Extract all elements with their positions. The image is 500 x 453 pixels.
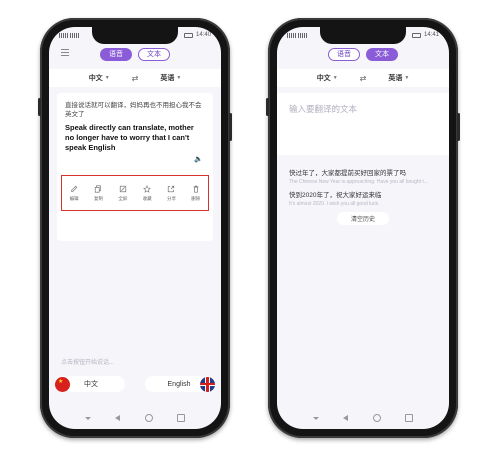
action-toolbar: 编辑 复制 全屏 收藏 分享 删除	[61, 175, 209, 211]
back-icon[interactable]	[343, 415, 349, 421]
status-time: 14:41	[423, 32, 439, 38]
delete-button[interactable]: 删除	[185, 185, 207, 202]
navigation-bar	[277, 411, 449, 425]
notch	[92, 27, 178, 44]
history-item[interactable]: 快过年了，大家都提前买好回家的票了吗 The Chinese New Year …	[289, 167, 441, 185]
recents-icon[interactable]	[176, 414, 185, 422]
target-language-select[interactable]: 英语 ▼	[388, 73, 409, 83]
fullscreen-icon	[119, 185, 126, 192]
swap-icon[interactable]: ⇄	[132, 74, 139, 83]
voice-hint: 点击按钮开始说话...	[61, 360, 115, 366]
chinese-voice-button[interactable]: 中文	[55, 376, 125, 392]
tab-text[interactable]: 文本	[366, 47, 398, 61]
chevron-down-icon: ▼	[332, 75, 338, 81]
home-icon[interactable]	[144, 414, 153, 422]
navigation-bar	[49, 411, 221, 425]
power-button	[229, 113, 232, 141]
screen: 14:41 语音 文本 中文 ▼ ⇄ 英语 ▼ 输入要翻译的文本 快过年了，大家都提…	[277, 27, 449, 429]
mode-switch: 语音 文本	[100, 47, 170, 61]
notch	[320, 27, 406, 44]
target-text: Speak directly can translate, mother no …	[65, 123, 194, 152]
voice-language-buttons: 中文 English	[55, 374, 215, 394]
source-language-select[interactable]: 中文 ▼	[317, 73, 338, 83]
home-icon[interactable]	[372, 414, 381, 422]
edit-icon	[71, 185, 78, 192]
text-input-area[interactable]: 输入要翻译的文本	[277, 93, 449, 155]
hide-nav-icon[interactable]	[85, 416, 92, 420]
back-icon[interactable]	[115, 415, 121, 421]
english-voice-button[interactable]: English	[145, 376, 215, 392]
tab-voice[interactable]: 语音	[100, 47, 132, 61]
signal-icon	[298, 32, 307, 38]
target-language-select[interactable]: 英语 ▼	[160, 73, 181, 83]
translation-card: 直接说话就可以翻译，妈妈再也不用担心我不会英文了 Speak directly …	[57, 93, 213, 241]
battery-icon	[411, 32, 421, 38]
battery-icon	[183, 32, 193, 38]
star-icon	[143, 184, 152, 193]
uk-flag-icon	[200, 376, 215, 392]
source-text: 直接说话就可以翻译，妈妈再也不用担心我不会英文了	[65, 102, 202, 118]
phone-right: 14:41 语音 文本 中文 ▼ ⇄ 英语 ▼ 输入要翻译的文本 快过年了，大家都提…	[266, 18, 460, 438]
signal-icon	[59, 32, 68, 38]
swap-icon[interactable]: ⇄	[360, 74, 367, 83]
status-time: 14:40	[195, 32, 211, 38]
tab-text[interactable]: 文本	[138, 47, 170, 61]
copy-button[interactable]: 复制	[87, 184, 109, 202]
recents-icon[interactable]	[404, 414, 413, 422]
signal-icon	[70, 32, 79, 38]
history-item[interactable]: 快到2020年了，祝大家好运来临 It's almost 2020. I wis…	[289, 189, 441, 207]
header: 语音 文本	[49, 41, 221, 67]
text-input-placeholder: 输入要翻译的文本	[289, 104, 358, 114]
copy-icon	[95, 184, 102, 193]
clear-history-button[interactable]: 清空历史	[337, 212, 389, 225]
hide-nav-icon[interactable]	[313, 416, 320, 420]
share-button[interactable]: 分享	[160, 185, 182, 202]
mode-switch: 语音 文本	[328, 47, 398, 61]
menu-icon[interactable]	[61, 49, 69, 56]
edit-button[interactable]: 编辑	[63, 185, 85, 202]
screen: 14:40 语音 文本 中文 ▼ ⇄ 英语 ▼ 直接说话就可以翻译，妈妈再也不用担心…	[49, 27, 221, 429]
language-bar: 中文 ▼ ⇄ 英语 ▼	[277, 69, 449, 87]
tab-voice[interactable]: 语音	[328, 47, 360, 61]
favorite-button[interactable]: 收藏	[136, 184, 158, 202]
chevron-down-icon: ▼	[404, 75, 410, 81]
share-icon	[168, 185, 175, 192]
fullscreen-button[interactable]: 全屏	[112, 185, 134, 202]
trash-icon	[193, 185, 199, 193]
chevron-down-icon: ▼	[176, 75, 182, 81]
phone-left: 14:40 语音 文本 中文 ▼ ⇄ 英语 ▼ 直接说话就可以翻译，妈妈再也不用担心…	[38, 18, 232, 438]
china-flag-icon	[55, 376, 70, 392]
volume-button	[38, 98, 41, 116]
source-language-select[interactable]: 中文 ▼	[89, 73, 110, 83]
signal-icon	[287, 32, 296, 38]
chevron-down-icon: ▼	[104, 75, 110, 81]
header: 语音 文本	[277, 41, 449, 67]
speaker-icon[interactable]: 🔈	[194, 155, 203, 163]
power-button	[457, 113, 460, 141]
volume-button	[266, 98, 269, 116]
language-bar: 中文 ▼ ⇄ 英语 ▼	[49, 69, 221, 87]
